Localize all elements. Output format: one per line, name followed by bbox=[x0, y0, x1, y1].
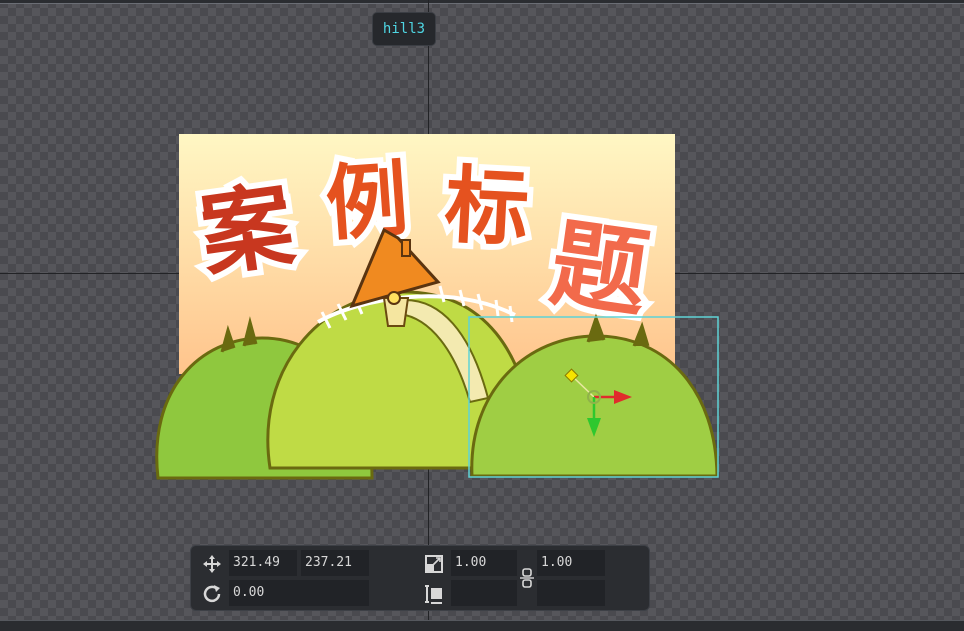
title-char-3: 标 bbox=[442, 156, 531, 258]
size-icon bbox=[425, 585, 442, 604]
scale-y-input[interactable]: 1.00 bbox=[537, 550, 605, 576]
title-char-4: 题 bbox=[544, 207, 655, 331]
size-height-input[interactable] bbox=[537, 580, 605, 606]
canvas-scene[interactable]: 案 例 标 题 bbox=[0, 0, 964, 630]
bottom-bar bbox=[0, 620, 964, 631]
link-chain-icon[interactable] bbox=[518, 567, 536, 589]
move-arrows-icon bbox=[203, 555, 221, 573]
transform-toolbar: 321.49 237.21 0.00 1.00 1.00 bbox=[190, 545, 650, 611]
position-x-input[interactable]: 321.49 bbox=[229, 550, 297, 576]
rotation-input[interactable]: 0.00 bbox=[229, 580, 369, 606]
position-y-input[interactable]: 237.21 bbox=[301, 550, 369, 576]
scale-icon bbox=[425, 555, 443, 573]
title-char-1: 案 bbox=[194, 171, 301, 290]
scale-x-input[interactable]: 1.00 bbox=[451, 550, 517, 576]
size-width-input[interactable] bbox=[451, 580, 517, 606]
rotate-icon bbox=[203, 585, 221, 603]
